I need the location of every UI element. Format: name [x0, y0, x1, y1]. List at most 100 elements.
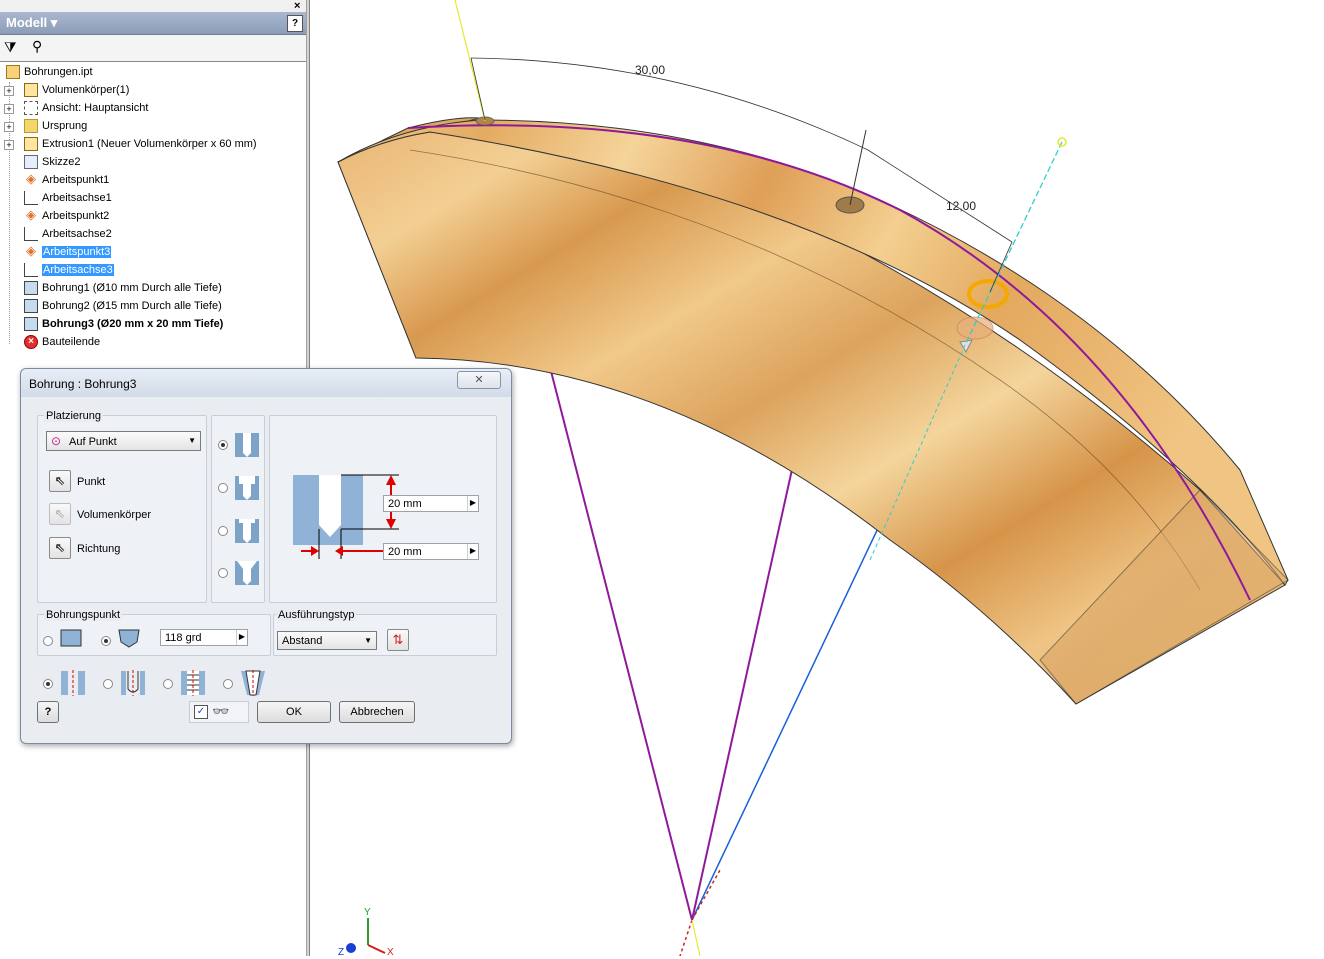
tree-item[interactable]: Arbeitsachse1	[0, 190, 306, 208]
hole-icon	[24, 317, 38, 331]
axis-dash	[679, 919, 693, 957]
expand-icon[interactable]: +	[4, 122, 14, 132]
work-axis-icon	[24, 263, 38, 277]
simple-hole-type-radio[interactable]	[43, 679, 53, 689]
spotface-icon	[235, 519, 259, 543]
view-triad: Y X Z	[338, 907, 394, 958]
ok-button[interactable]: OK	[257, 701, 331, 723]
glasses-icon: 👓	[212, 703, 230, 719]
termination-select[interactable]: Abstand ▼	[277, 631, 377, 650]
tree-item[interactable]: Bohrungen.ipt	[0, 64, 306, 82]
tree-item-label: Bohrung2 (Ø15 mm Durch alle Tiefe)	[42, 300, 222, 312]
work-point-icon: ◈	[26, 207, 36, 222]
point-select-button[interactable]: ⇖	[49, 470, 71, 492]
browser-toolbar: ⧩ ⚲	[0, 35, 306, 62]
tree-item-label: Ursprung	[42, 120, 88, 132]
tree-item[interactable]: Arbeitsachse3	[0, 262, 306, 280]
solid-bodies-icon	[24, 83, 38, 97]
expand-icon[interactable]: +	[4, 140, 14, 150]
triad-y-label: Y	[364, 907, 371, 918]
tree-item[interactable]: Bohrung3 (Ø20 mm x 20 mm Tiefe)	[0, 316, 306, 334]
dim-ext-line	[470, 57, 486, 121]
tree-item[interactable]: × Bauteilende	[0, 334, 306, 352]
tree-item-label: Bohrung1 (Ø10 mm Durch alle Tiefe)	[42, 282, 222, 294]
filter-icon[interactable]: ⧩	[4, 39, 17, 56]
tree-item-label: Volumenkörper(1)	[42, 84, 130, 96]
tree-item[interactable]: + Extrusion1 (Neuer Volumenkörper x 60 mm…	[0, 136, 306, 154]
browser-header: Modell ▾	[0, 12, 306, 35]
diameter-value: 20 mm	[388, 546, 422, 558]
drill-angle-value: 118 grd	[165, 632, 202, 644]
clearance-hole-radio[interactable]	[103, 679, 113, 689]
angle-dimension[interactable]: 30,00	[635, 63, 665, 77]
tree-item[interactable]: + Ursprung	[0, 118, 306, 136]
tree-item[interactable]: ◈ Arbeitspunkt1	[0, 172, 306, 190]
placement-select[interactable]: ⊙ Auf Punkt ▼	[46, 431, 201, 451]
tree-item[interactable]: ◈ Arbeitspunkt3	[0, 244, 306, 262]
simple-hole-radio[interactable]	[218, 440, 228, 450]
simple-hole-icon	[235, 433, 259, 457]
flip-arrows-icon: ⇅	[392, 632, 404, 647]
work-axis-icon	[24, 191, 38, 205]
simple-hole-type-icon	[61, 670, 85, 696]
placement-value: Auf Punkt	[69, 436, 117, 448]
preview-toggle[interactable]: ✓ 👓	[189, 701, 249, 723]
spotface-radio[interactable]	[218, 526, 228, 536]
termination-value: Abstand	[282, 635, 323, 647]
work-axis-lower	[691, 919, 701, 957]
drill-angle-field[interactable]: 118 grd ▶	[160, 629, 248, 646]
tapped-hole-radio[interactable]	[163, 679, 173, 689]
expand-icon[interactable]: +	[4, 86, 14, 96]
work-point-icon: ◈	[26, 171, 36, 186]
dialog-titlebar[interactable]: Bohrung : Bohrung3 ✕	[21, 369, 511, 397]
tree-item[interactable]: + Ansicht: Hauptansicht	[0, 100, 306, 118]
solid-select-button[interactable]: ⇖	[49, 503, 71, 525]
depth-value: 20 mm	[388, 498, 422, 510]
depth-field[interactable]: 20 mm ▶	[383, 495, 479, 512]
tree-item[interactable]: Bohrung1 (Ø10 mm Durch alle Tiefe)	[0, 280, 306, 298]
taper-tapped-radio[interactable]	[223, 679, 233, 689]
close-icon[interactable]: ×	[294, 0, 300, 12]
work-axis-icon	[24, 227, 38, 241]
sketch-icon	[24, 155, 38, 169]
cursor-arrow-icon: ⇖	[54, 473, 66, 488]
angle-drill-point-radio[interactable]	[101, 636, 111, 646]
tree-item-label: Arbeitspunkt3	[42, 246, 112, 258]
preview-checkbox[interactable]: ✓	[194, 705, 208, 719]
tree-item[interactable]: ◈ Arbeitspunkt2	[0, 208, 306, 226]
tree-item[interactable]: Arbeitsachse2	[0, 226, 306, 244]
chevron-right-icon[interactable]: ▶	[467, 544, 478, 559]
hole-icon	[24, 299, 38, 313]
flip-direction-button[interactable]: ⇅	[387, 629, 409, 651]
length-dimension[interactable]: 12,00	[946, 199, 976, 213]
dialog-close-button[interactable]: ✕	[457, 371, 501, 389]
hole3-bottom	[956, 316, 994, 340]
tree-item-label: Extrusion1 (Neuer Volumenkörper x 60 mm)	[42, 138, 257, 150]
tree-item[interactable]: + Volumenkörper(1)	[0, 82, 306, 100]
countersink-radio[interactable]	[218, 568, 228, 578]
help-icon[interactable]: ?	[287, 15, 303, 32]
flat-drill-point-radio[interactable]	[43, 636, 53, 646]
counterbore-icon	[235, 476, 259, 500]
drill-point-label: Bohrungspunkt	[44, 609, 122, 621]
tree-item[interactable]: Skizze2	[0, 154, 306, 172]
placement-label: Platzierung	[44, 410, 104, 422]
work-point-icon: ◈	[26, 243, 36, 258]
diameter-field[interactable]: 20 mm ▶	[383, 543, 479, 560]
tree-item-label: Arbeitspunkt1	[42, 174, 110, 186]
direction-label: Richtung	[77, 543, 121, 555]
chevron-right-icon[interactable]: ▶	[467, 496, 478, 511]
view-rep-icon	[24, 101, 38, 115]
browser-title-dropdown[interactable]: Modell ▾	[6, 15, 57, 31]
direction-select-button[interactable]: ⇖	[49, 537, 71, 559]
counterbore-radio[interactable]	[218, 483, 228, 493]
dialog-help-button[interactable]: ?	[37, 701, 59, 723]
find-icon[interactable]: ⚲	[32, 38, 42, 55]
expand-icon[interactable]: +	[4, 104, 14, 114]
tree-item[interactable]: Bohrung2 (Ø15 mm Durch alle Tiefe)	[0, 298, 306, 316]
flat-point-icon	[60, 629, 82, 647]
sketch-line	[542, 339, 693, 921]
cancel-button[interactable]: Abbrechen	[339, 701, 415, 723]
countersink-icon	[235, 561, 259, 585]
chevron-right-icon[interactable]: ▶	[236, 630, 247, 645]
